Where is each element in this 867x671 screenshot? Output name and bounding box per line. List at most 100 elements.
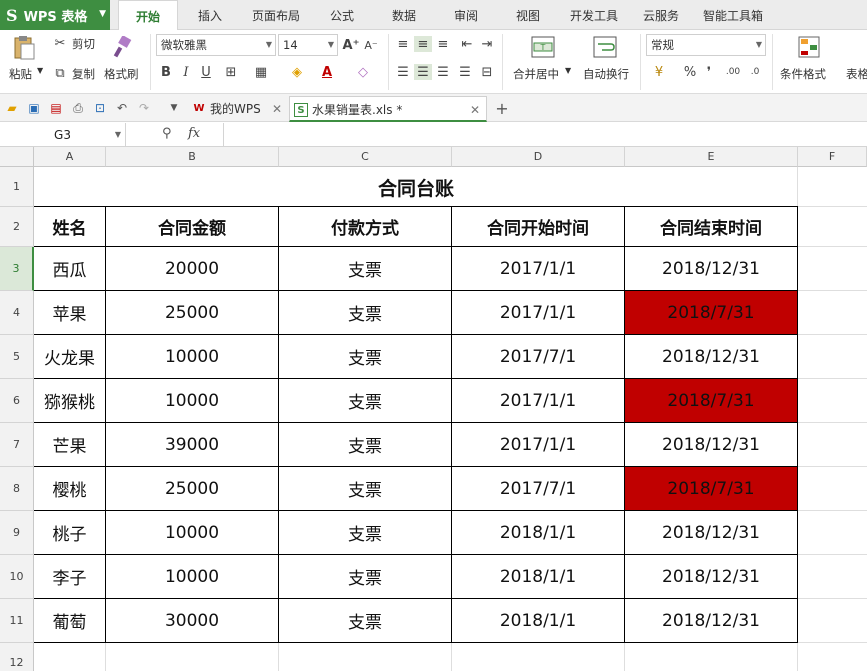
italic-icon[interactable]: I	[178, 64, 194, 80]
tab-my-wps[interactable]: W 我的WPS ✕	[188, 96, 288, 122]
row-header-4[interactable]: 4	[0, 291, 34, 335]
paste-button[interactable]: 粘贴	[9, 66, 32, 82]
tab-formulas[interactable]: 公式	[320, 0, 364, 30]
table-cell[interactable]: 2017/1/1	[452, 291, 625, 335]
save-icon[interactable]: ▣	[26, 100, 42, 116]
scissors-icon[interactable]: ✂	[52, 35, 68, 51]
export-pdf-icon[interactable]: ▤	[48, 100, 64, 116]
cell-pattern-icon[interactable]: ▦	[252, 64, 270, 80]
function-icon[interactable]: fx	[188, 126, 200, 141]
table-cell[interactable]: 39000	[106, 423, 279, 467]
table-cell[interactable]: 支票	[279, 599, 452, 643]
row-header-8[interactable]: 8	[0, 467, 34, 511]
font-size-select[interactable]: 14 ▼	[278, 34, 338, 56]
paste-icon[interactable]	[10, 34, 38, 62]
close-icon[interactable]: ✕	[272, 96, 282, 122]
decrease-indent-icon[interactable]: ⇤	[458, 36, 476, 52]
number-format-select[interactable]: 常规 ▼	[646, 34, 766, 56]
increase-indent-icon[interactable]: ⇥	[478, 36, 496, 52]
conditional-format-button[interactable]: 条件格式	[780, 66, 826, 82]
header-cell[interactable]: 合同结束时间	[625, 207, 798, 247]
format-painter-button[interactable]: 格式刷	[104, 66, 139, 82]
wrap-text-icon[interactable]	[592, 34, 618, 60]
table-cell[interactable]: 支票	[279, 335, 452, 379]
select-all-corner[interactable]	[0, 147, 34, 167]
wrap-text-button[interactable]: 自动换行	[583, 66, 629, 82]
table-cell[interactable]: 2018/7/31	[625, 291, 798, 335]
align-middle-icon[interactable]: ≡	[414, 36, 432, 52]
tab-review[interactable]: 审阅	[444, 0, 488, 30]
header-cell[interactable]: 姓名	[34, 207, 106, 247]
format-painter-icon[interactable]	[110, 34, 136, 60]
new-tab-icon[interactable]: +	[494, 99, 510, 118]
row-header-6[interactable]: 6	[0, 379, 34, 423]
table-cell[interactable]: 2017/1/1	[452, 247, 625, 291]
name-box[interactable]: G3 ▼	[0, 123, 126, 147]
copy-icon[interactable]: ⧉	[52, 65, 68, 81]
redo-icon[interactable]: ↷	[136, 100, 152, 116]
tab-workbook[interactable]: S 水果销量表.xls * ✕	[289, 96, 487, 122]
table-cell[interactable]: 2017/1/1	[452, 423, 625, 467]
table-cell[interactable]: 火龙果	[34, 335, 106, 379]
font-color-icon[interactable]: A	[318, 64, 336, 80]
table-cell[interactable]: 2018/12/31	[625, 599, 798, 643]
align-center-icon[interactable]: ☰	[414, 64, 432, 80]
merge-center-button[interactable]: 合并居中	[513, 66, 559, 82]
table-cell[interactable]: 西瓜	[34, 247, 106, 291]
increase-decimal-icon[interactable]: .00	[724, 64, 742, 80]
tab-home[interactable]: 开始	[118, 0, 178, 31]
align-left-icon[interactable]: ☰	[394, 64, 412, 80]
font-name-select[interactable]: 微软雅黑 ▼	[156, 34, 276, 56]
table-cell[interactable]: 桃子	[34, 511, 106, 555]
column-header-b[interactable]: B	[106, 147, 279, 167]
table-cell[interactable]: 2018/12/31	[625, 423, 798, 467]
decrease-font-icon[interactable]: A⁻	[362, 36, 380, 54]
table-cell[interactable]: 10000	[106, 335, 279, 379]
table-cell[interactable]: 葡萄	[34, 599, 106, 643]
tab-developer[interactable]: 开发工具	[565, 0, 623, 30]
row-header-9[interactable]: 9	[0, 511, 34, 555]
distributed-icon[interactable]: ⊟	[478, 64, 496, 80]
tab-page-layout[interactable]: 页面布局	[244, 0, 308, 30]
currency-icon[interactable]: ¥	[650, 64, 668, 80]
align-right-icon[interactable]: ☰	[434, 64, 452, 80]
chevron-down-icon[interactable]: ▼	[565, 66, 571, 75]
table-cell[interactable]: 2018/12/31	[625, 511, 798, 555]
table-cell[interactable]: 2018/7/31	[625, 467, 798, 511]
table-style-button[interactable]: 表格	[846, 66, 867, 82]
percent-icon[interactable]: %	[682, 64, 698, 80]
table-cell[interactable]: 支票	[279, 247, 452, 291]
thousands-icon[interactable]: ❜	[702, 64, 716, 80]
copy-button[interactable]: 复制	[72, 66, 95, 82]
table-cell[interactable]: 20000	[106, 247, 279, 291]
chevron-down-icon[interactable]: ▼	[166, 100, 182, 116]
row-header-11[interactable]: 11	[0, 599, 34, 643]
table-cell[interactable]: 25000	[106, 467, 279, 511]
sheet-title[interactable]: 合同台账	[34, 167, 798, 207]
table-cell[interactable]: 10000	[106, 511, 279, 555]
table-cell[interactable]: 2017/7/1	[452, 467, 625, 511]
align-top-icon[interactable]: ≡	[394, 36, 412, 52]
row-header-10[interactable]: 10	[0, 555, 34, 599]
row-header-2[interactable]: 2	[0, 207, 34, 247]
table-cell[interactable]: 支票	[279, 555, 452, 599]
undo-icon[interactable]: ↶	[114, 100, 130, 116]
table-cell[interactable]: 2018/12/31	[625, 555, 798, 599]
table-cell[interactable]: 支票	[279, 379, 452, 423]
table-cell[interactable]: 2018/1/1	[452, 599, 625, 643]
column-header-a[interactable]: A	[34, 147, 106, 167]
zoom-icon[interactable]: ⚲	[162, 126, 172, 141]
header-cell[interactable]: 合同金额	[106, 207, 279, 247]
close-icon[interactable]: ✕	[470, 97, 480, 123]
table-cell[interactable]: 苹果	[34, 291, 106, 335]
column-header-f[interactable]: F	[798, 147, 867, 167]
table-cell[interactable]: 支票	[279, 511, 452, 555]
table-cell[interactable]: 樱桃	[34, 467, 106, 511]
align-bottom-icon[interactable]: ≡	[434, 36, 452, 52]
row-header-5[interactable]: 5	[0, 335, 34, 379]
table-cell[interactable]: 2018/12/31	[625, 247, 798, 291]
table-cell[interactable]: 2018/7/31	[625, 379, 798, 423]
table-cell[interactable]: 芒果	[34, 423, 106, 467]
app-menu-button[interactable]: S WPS 表格 ▼	[0, 0, 110, 30]
merge-center-icon[interactable]: T	[530, 34, 556, 60]
